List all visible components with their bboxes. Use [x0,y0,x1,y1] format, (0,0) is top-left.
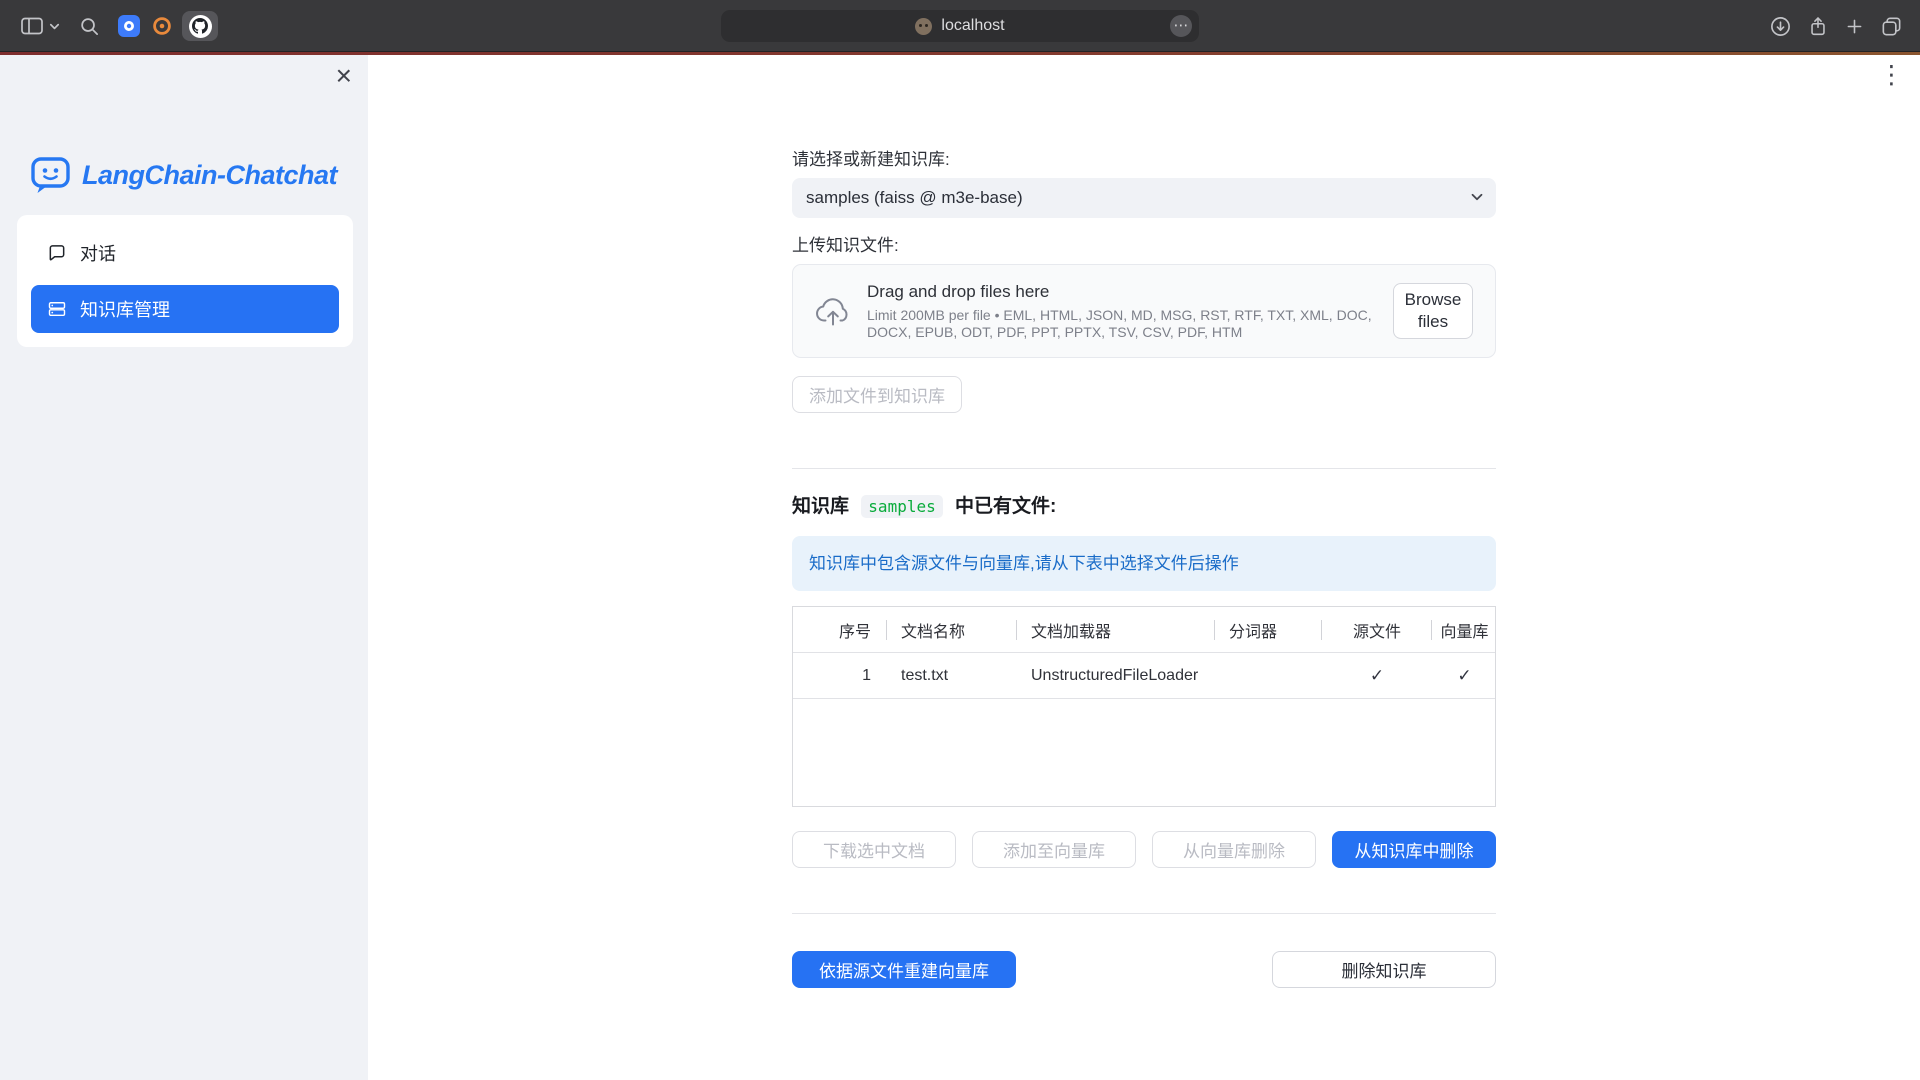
rebuild-vector-store-button[interactable]: 依据源文件重建向量库 [792,951,1016,988]
github-extension-icon[interactable] [182,11,218,41]
cell-vector-check: ✓ [1432,653,1496,698]
column-header-vector[interactable]: 向量库 [1432,607,1496,652]
site-favicon [915,18,932,35]
kb-name-code: samples [861,495,942,518]
dropzone-limit: Limit 200MB per file • EML, HTML, JSON, … [867,307,1377,341]
streamlit-decoration-bar [0,52,1920,55]
main-content: 请选择或新建知识库: samples (faiss @ m3e-base) 上传… [792,52,1496,988]
kb-selectbox[interactable]: samples (faiss @ m3e-base) [792,178,1496,218]
downloads-icon[interactable] [1769,15,1792,38]
app-logo: LangChain-Chatchat [30,155,337,195]
column-header-loader[interactable]: 文档加载器 [1017,607,1215,652]
kb-actions-row: 依据源文件重建向量库 删除知识库 [792,951,1496,988]
column-header-splitter[interactable]: 分词器 [1215,607,1322,652]
cell-loader: UnstructuredFileLoader [1017,653,1215,698]
app-menu-icon[interactable]: ⋮ [1879,60,1904,90]
logo-chat-icon [30,155,71,195]
column-header-filename[interactable]: 文档名称 [887,607,1017,652]
divider [792,913,1496,914]
kb-select-label: 请选择或新建知识库: [792,150,1496,170]
remove-from-vector-store-button[interactable]: 从向量库删除 [1152,831,1316,868]
kb-stack-icon [47,299,67,319]
column-header-source[interactable]: 源文件 [1322,607,1432,652]
sidebar-item-label: 知识库管理 [80,296,170,322]
page-settings-icon[interactable]: ⋯ [1170,15,1192,37]
delete-kb-button[interactable]: 删除知识库 [1272,951,1496,988]
divider [792,468,1496,469]
share-icon[interactable] [1807,15,1829,38]
kb-heading-suffix: 中已有文件: [955,496,1056,517]
cell-splitter [1215,653,1322,698]
sidebar-item-label: 对话 [80,240,116,266]
download-selected-button[interactable]: 下载选中文档 [792,831,956,868]
sidebar-close-icon[interactable]: × [336,60,352,92]
browser-toolbar: localhost ⋯ [0,0,1920,52]
files-table: 序号 文档名称 文档加载器 分词器 源文件 向量库 1 test.txt Uns… [792,606,1496,807]
table-header-row: 序号 文档名称 文档加载器 分词器 源文件 向量库 [793,607,1495,653]
sidebar-toggle-icon[interactable] [20,16,44,36]
sidebar-item-chat[interactable]: 对话 [31,229,339,277]
info-alert: 知识库中包含源文件与向量库,请从下表中选择文件后操作 [792,536,1496,591]
upload-cloud-icon [815,295,851,327]
app-page: × LangChain-Chatchat 对话 [0,52,1920,1080]
browse-files-button[interactable]: Browse files [1393,283,1473,339]
upload-label: 上传知识文件: [792,236,1496,256]
sidebar-nav: 对话 知识库管理 [17,215,353,347]
url-text: localhost [941,17,1004,35]
delete-from-kb-button[interactable]: 从知识库中删除 [1332,831,1496,868]
table-row[interactable]: 1 test.txt UnstructuredFileLoader ✓ ✓ [793,653,1495,699]
toolbar-chevron-down-icon[interactable] [48,20,61,33]
logo-text: LangChain-Chatchat [82,160,337,191]
sidebar: × LangChain-Chatchat 对话 [0,52,368,1080]
file-actions-row: 下载选中文档 添加至向量库 从向量库删除 从知识库中删除 [792,831,1496,868]
cell-source-check: ✓ [1322,653,1432,698]
search-icon[interactable] [79,16,100,37]
tab-overview-icon[interactable] [1880,15,1903,38]
add-to-vector-store-button[interactable]: 添加至向量库 [972,831,1136,868]
extension-blue-icon[interactable] [118,15,140,37]
sidebar-item-kb-management[interactable]: 知识库管理 [31,285,339,333]
address-bar[interactable]: localhost ⋯ [721,10,1199,42]
kb-files-heading: 知识库 samples 中已有文件: [792,495,1496,519]
chevron-down-icon[interactable] [1468,188,1486,206]
chat-bubble-icon [47,243,67,263]
cell-filename: test.txt [887,653,1017,698]
cell-index: 1 [793,653,887,698]
new-tab-icon[interactable] [1844,16,1865,37]
github-logo-icon [189,15,212,38]
column-header-index[interactable]: 序号 [793,607,887,652]
file-dropzone[interactable]: Drag and drop files here Limit 200MB per… [792,264,1496,358]
kb-selected-value: samples (faiss @ m3e-base) [806,188,1023,208]
add-files-to-kb-button[interactable]: 添加文件到知识库 [792,376,962,413]
dropzone-title: Drag and drop files here [867,282,1377,302]
kb-heading-prefix: 知识库 [792,496,849,517]
dropzone-text: Drag and drop files here Limit 200MB per… [867,282,1377,341]
extension-orange-icon[interactable] [151,15,173,37]
